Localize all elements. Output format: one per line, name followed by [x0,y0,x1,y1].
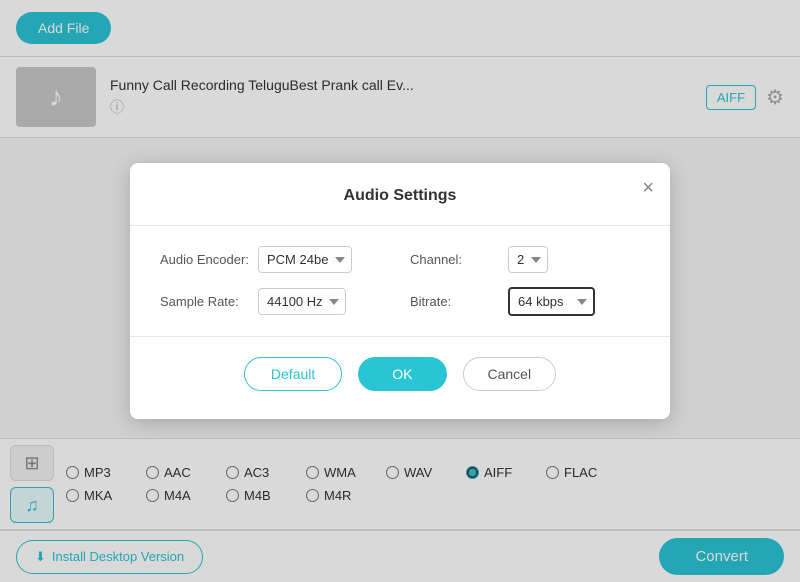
sample-rate-select[interactable]: 44100 Hz 22050 Hz 48000 Hz [258,288,346,315]
ok-button[interactable]: OK [358,357,446,391]
modal-overlay: × Audio Settings Audio Encoder: PCM 24be… [0,0,800,582]
encoder-select[interactable]: PCM 24be PCM 16be PCM 32be [258,246,352,273]
bitrate-select[interactable]: 64 kbps 128 kbps 192 kbps 256 kbps 320 k… [508,287,595,316]
settings-grid: Audio Encoder: PCM 24be PCM 16be PCM 32b… [160,246,640,316]
modal-title: Audio Settings [160,187,640,205]
sample-rate-label: Sample Rate: [160,294,250,309]
encoder-row: Audio Encoder: PCM 24be PCM 16be PCM 32b… [160,246,390,273]
modal-close-button[interactable]: × [642,177,654,200]
sample-rate-row: Sample Rate: 44100 Hz 22050 Hz 48000 Hz [160,287,390,316]
default-button[interactable]: Default [244,357,342,391]
modal-buttons: Default OK Cancel [160,357,640,391]
audio-settings-modal: × Audio Settings Audio Encoder: PCM 24be… [130,163,670,419]
modal-divider-bottom [130,336,670,337]
modal-divider-top [130,225,670,226]
bitrate-row: Bitrate: 64 kbps 128 kbps 192 kbps 256 k… [410,287,640,316]
cancel-button[interactable]: Cancel [463,357,557,391]
channel-row: Channel: 2 1 6 [410,246,640,273]
bitrate-label: Bitrate: [410,294,500,309]
channel-select[interactable]: 2 1 6 [508,246,548,273]
channel-label: Channel: [410,252,500,267]
encoder-label: Audio Encoder: [160,252,250,267]
